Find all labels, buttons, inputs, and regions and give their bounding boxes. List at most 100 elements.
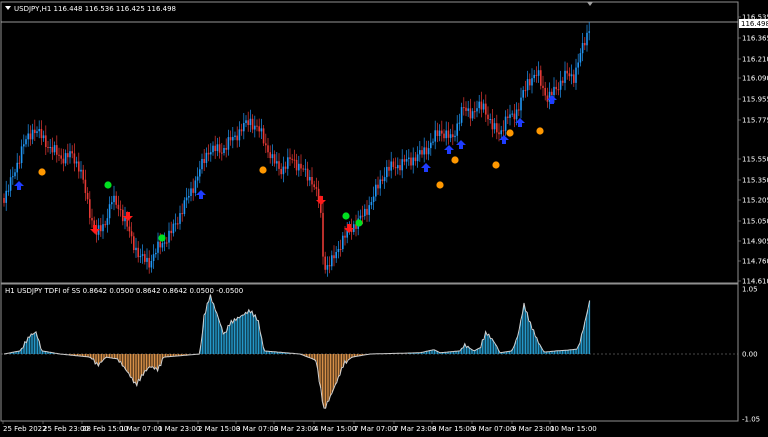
candle-body [405,159,408,162]
candle-body [258,126,260,132]
candle-body [324,256,326,270]
candle-body [364,208,366,217]
candle-body [577,62,579,68]
candle-body [38,129,40,132]
candle-body [474,111,476,113]
candle-body [84,179,87,193]
candle-body [361,215,364,217]
circle-icon [492,161,500,169]
candle-body [89,199,91,218]
candle-body [276,161,278,164]
trading-chart[interactable]: USDJPY,H1 116.448 116.536 116.425 116.49… [0,0,768,437]
candle-body [16,162,18,173]
candle-body [62,158,65,164]
price-label: 114.905 [742,238,768,246]
candle-body [130,231,133,237]
candle-body [82,169,84,180]
candle-body [557,89,560,91]
candle-body [256,125,258,127]
candle-body [78,161,80,172]
candle-body [502,130,505,132]
candle-body [544,88,546,96]
candle-body [210,152,212,155]
time-label: 1 Mar 07:00 [120,425,162,433]
candle-body [408,157,410,159]
time-label: 7 Mar 23:00 [394,425,436,433]
candle-body [584,43,586,46]
candle-body [205,152,208,163]
candle-body [478,101,480,109]
candle-body [67,153,69,158]
candle-body [366,208,368,215]
candle-body [425,147,428,155]
time-label: 25 Feb 2022 [3,425,47,433]
candle-body [12,176,14,178]
candle-body [196,176,199,181]
candle-body [467,108,469,111]
candle-body [25,139,27,145]
candle-body [5,190,7,203]
candle-body [287,157,289,169]
time-label: 8 Mar 15:00 [432,425,474,433]
candle-body [91,218,93,221]
candle-body [553,86,555,96]
candle-body [144,254,146,262]
candle-body [526,79,529,91]
candle-body [377,184,379,189]
candle-body [309,177,311,181]
candle-body [509,114,511,118]
candle-body [537,70,540,76]
candle-body [14,172,16,177]
candle-body [265,143,267,146]
candle-body [399,165,401,171]
circle-icon [158,234,166,242]
candle-body [49,147,51,148]
candle-body [375,184,377,197]
candle-body [421,150,423,155]
candle-body [397,165,399,169]
candle-body [414,157,417,162]
candle-body [322,212,324,257]
candle-body [498,132,500,135]
candle-body [117,204,120,210]
candle-body [471,111,474,119]
candle-body [199,169,201,177]
candle-body [476,108,478,112]
candle-body [47,147,49,148]
price-label: 115.205 [742,197,768,205]
candle-body [588,31,590,33]
time-label: 10 Mar 15:00 [550,425,597,433]
candle-body [443,133,445,139]
candle-body [229,137,232,141]
candle-body [174,223,177,225]
candle-body [388,166,390,171]
candle-body [564,70,566,83]
candle-body [419,150,421,155]
candle-body [493,123,496,130]
candle-body [540,70,542,86]
circle-icon [436,181,444,189]
candle-body [148,257,150,268]
candle-body [254,125,256,130]
candle-body [146,257,148,262]
candle-body [216,144,219,151]
candle-body [359,215,362,219]
candle-body [430,142,432,149]
candle-body [64,153,67,164]
candle-body [150,261,153,268]
circle-icon [536,127,544,135]
candle-body [412,157,414,166]
chart-background [0,0,768,437]
candle-body [168,230,170,243]
candle-body [56,145,58,155]
candle-body [432,141,434,143]
candle-body [511,113,513,115]
price-label: 116.090 [742,75,768,83]
candle-body [40,129,43,139]
candle-body [394,167,397,169]
candle-body [86,193,89,200]
candle-body [185,197,188,201]
candle-body [203,159,205,163]
candle-body [102,224,104,232]
candle-body [227,137,230,150]
